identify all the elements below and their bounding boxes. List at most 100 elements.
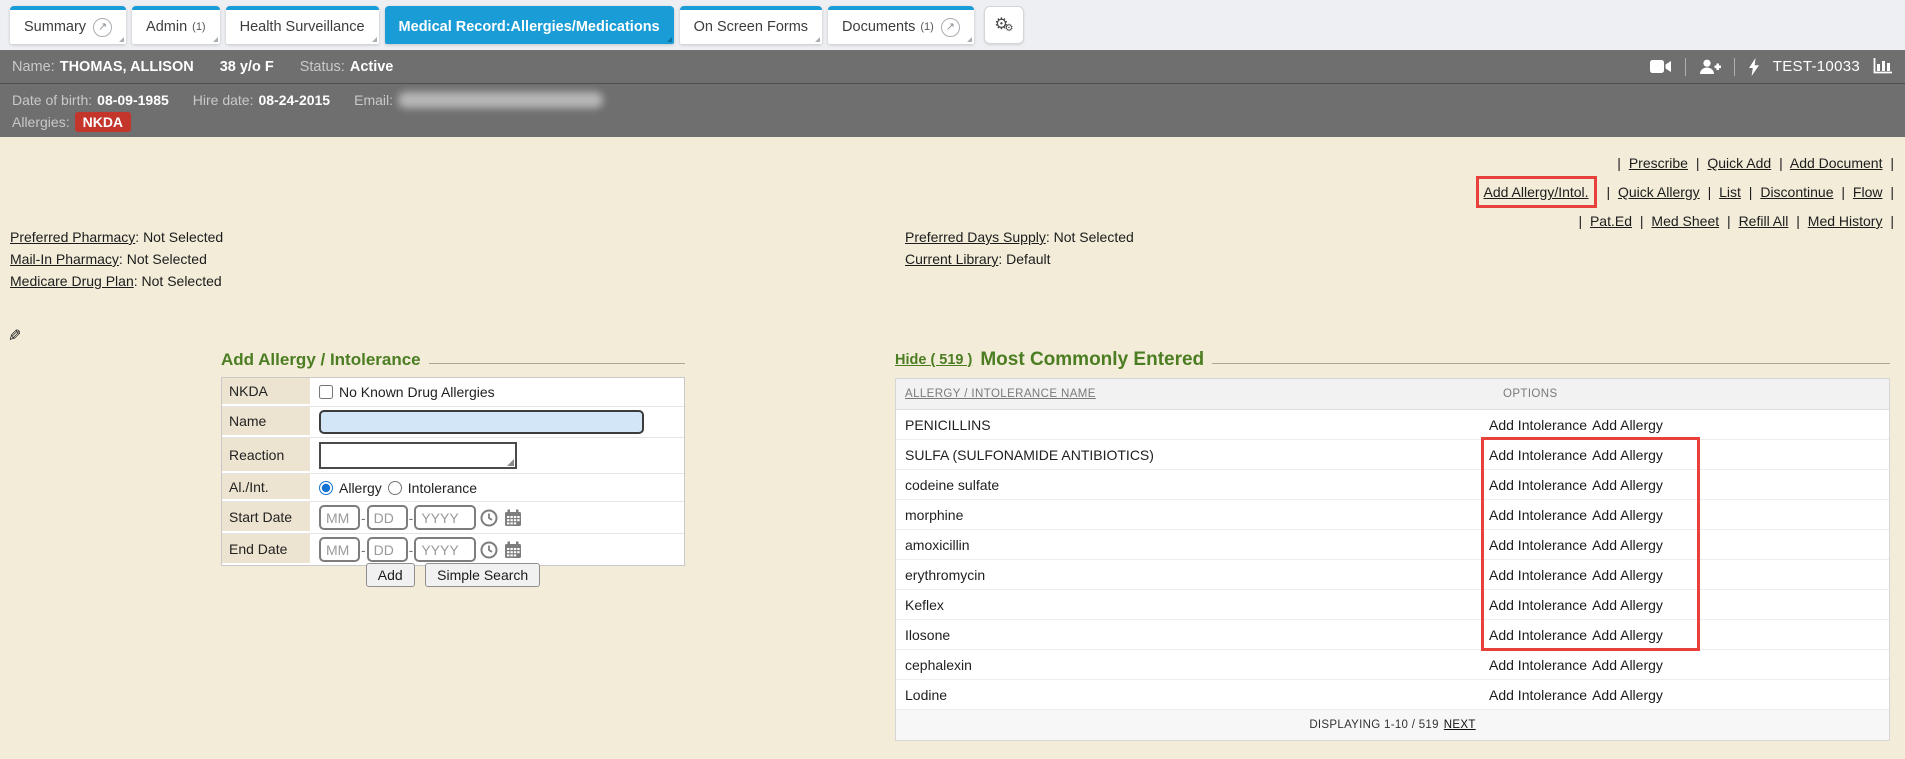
tab-documents[interactable]: Documents (1) ↗	[828, 6, 974, 44]
end-month-input[interactable]	[319, 537, 360, 562]
nkda-checkbox[interactable]	[319, 385, 333, 399]
add-allergy-link[interactable]: Add Allergy	[1592, 627, 1663, 643]
popout-icon[interactable]: ↗	[941, 18, 960, 37]
next-page-link[interactable]: NEXT	[1444, 719, 1476, 731]
chart-icon[interactable]	[1873, 58, 1893, 76]
patient-id: TEST-10033	[1773, 58, 1860, 75]
displaying-text: DISPLAYING 1-10 / 519	[1309, 719, 1438, 731]
add-intolerance-link[interactable]: Add Intolerance	[1489, 417, 1587, 433]
tab-admin[interactable]: Admin (1)	[132, 6, 220, 44]
tab-medical-record-allergies-medications[interactable]: Medical Record:Allergies/Medications	[385, 6, 674, 44]
current-library-value: Default	[1006, 251, 1050, 267]
patient-name: THOMAS, ALLISON	[60, 59, 194, 75]
mail-in-pharmacy-link[interactable]: Mail-In Pharmacy	[10, 251, 119, 267]
current-library-link[interactable]: Current Library	[905, 251, 998, 267]
add-intolerance-link[interactable]: Add Intolerance	[1489, 657, 1587, 673]
add-allergy-intol-link[interactable]: Add Allergy/Intol.	[1484, 184, 1589, 200]
reaction-input[interactable]	[319, 442, 517, 469]
common-table-legend: Hide ( 519 ) Most Commonly Entered	[895, 349, 1890, 371]
add-intolerance-link[interactable]: Add Intolerance	[1489, 597, 1587, 613]
end-day-input[interactable]	[367, 537, 408, 562]
add-intolerance-link[interactable]: Add Intolerance	[1489, 477, 1587, 493]
email-label: Email:	[354, 92, 393, 108]
medicare-drug-plan-value: Not Selected	[142, 273, 222, 289]
add-allergy-link[interactable]: Add Allergy	[1592, 417, 1663, 433]
add-allergy-link[interactable]: Add Allergy	[1592, 597, 1663, 613]
clock-icon[interactable]	[480, 509, 498, 527]
add-intolerance-link[interactable]: Add Intolerance	[1489, 537, 1587, 553]
med-history-link[interactable]: Med History	[1808, 213, 1883, 229]
tab-on-screen-forms[interactable]: On Screen Forms	[680, 6, 822, 44]
legend-rule	[429, 363, 685, 364]
list-link[interactable]: List	[1719, 184, 1741, 200]
add-allergy-link[interactable]: Add Allergy	[1592, 447, 1663, 463]
end-date-label: End Date	[222, 534, 310, 565]
preferred-pharmacy-link[interactable]: Preferred Pharmacy	[10, 229, 135, 245]
medicare-drug-plan-link[interactable]: Medicare Drug Plan	[10, 273, 134, 289]
add-allergy-link[interactable]: Add Allergy	[1592, 567, 1663, 583]
allergy-radio[interactable]	[319, 481, 333, 495]
allergy-name-input[interactable]	[319, 410, 644, 434]
add-intolerance-link[interactable]: Add Intolerance	[1489, 507, 1587, 523]
calendar-icon[interactable]	[504, 541, 522, 559]
tab-summary[interactable]: Summary ↗	[10, 6, 126, 44]
add-allergy-link[interactable]: Add Allergy	[1592, 537, 1663, 553]
popout-icon[interactable]: ↗	[93, 18, 112, 37]
add-intolerance-link[interactable]: Add Intolerance	[1489, 567, 1587, 583]
add-allergy-link[interactable]: Add Allergy	[1592, 477, 1663, 493]
table-row: SULFA (SULFONAMIDE ANTIBIOTICS) Add Into…	[896, 440, 1889, 470]
allergy-name-column-header[interactable]: ALLERGY / INTOLERANCE NAME	[905, 388, 1096, 400]
hire-date-value: 08-24-2015	[258, 92, 330, 108]
start-year-input[interactable]	[414, 505, 476, 530]
refill-all-link[interactable]: Refill All	[1739, 213, 1789, 229]
end-year-input[interactable]	[414, 537, 476, 562]
redacted-email	[398, 92, 603, 108]
preferred-pharmacy-value: Not Selected	[143, 229, 223, 245]
table-row: Lodine Add IntoleranceAdd Allergy	[896, 680, 1889, 710]
quick-add-link[interactable]: Quick Add	[1707, 155, 1771, 171]
add-intolerance-link[interactable]: Add Intolerance	[1489, 627, 1587, 643]
add-intolerance-link[interactable]: Add Intolerance	[1489, 447, 1587, 463]
simple-search-button[interactable]: Simple Search	[425, 563, 540, 587]
clock-icon[interactable]	[480, 541, 498, 559]
allergy-name: Ilosone	[896, 627, 1489, 643]
tab-settings-button[interactable]: ⚙ ⚙	[984, 6, 1024, 44]
allergies-label: Allergies:	[12, 114, 70, 130]
edit-pencil-icon[interactable]: ✎	[8, 326, 21, 346]
calendar-icon[interactable]	[504, 509, 522, 527]
allergy-badge[interactable]: NKDA	[75, 112, 131, 132]
action-links-row-2: Add Allergy/Intol. | Quick Allergy | Lis…	[1476, 176, 1899, 208]
video-camera-icon[interactable]	[1650, 59, 1672, 74]
add-button[interactable]: Add	[366, 563, 415, 587]
discontinue-link[interactable]: Discontinue	[1760, 184, 1833, 200]
quick-allergy-link[interactable]: Quick Allergy	[1618, 184, 1700, 200]
prescribe-link[interactable]: Prescribe	[1629, 155, 1688, 171]
med-sheet-link[interactable]: Med Sheet	[1651, 213, 1719, 229]
add-allergy-link[interactable]: Add Allergy	[1592, 657, 1663, 673]
patient-status: Active	[350, 59, 394, 75]
tab-health-surveillance[interactable]: Health Surveillance	[226, 6, 379, 44]
start-month-input[interactable]	[319, 505, 360, 530]
add-user-icon[interactable]	[1699, 59, 1721, 75]
intolerance-radio[interactable]	[388, 481, 402, 495]
lightning-icon[interactable]	[1748, 58, 1760, 76]
reaction-row: Reaction	[222, 438, 684, 474]
preferred-days-supply-link[interactable]: Preferred Days Supply	[905, 229, 1046, 245]
flow-link[interactable]: Flow	[1853, 184, 1883, 200]
name-row: Name	[222, 407, 684, 438]
table-header: ALLERGY / INTOLERANCE NAME OPTIONS	[896, 379, 1889, 410]
add-allergy-link[interactable]: Add Allergy	[1592, 507, 1663, 523]
mail-in-pharmacy-value: Not Selected	[127, 251, 207, 267]
table-row: morphine Add IntoleranceAdd Allergy	[896, 500, 1889, 530]
mail-in-pharmacy-row: Mail-In Pharmacy: Not Selected	[10, 248, 223, 270]
pat-ed-link[interactable]: Pat.Ed	[1590, 213, 1632, 229]
add-intolerance-link[interactable]: Add Intolerance	[1489, 687, 1587, 703]
tab-label: On Screen Forms	[694, 19, 808, 35]
table-row: cephalexin Add IntoleranceAdd Allergy	[896, 650, 1889, 680]
hide-link[interactable]: Hide ( 519 )	[895, 352, 972, 368]
reaction-label: Reaction	[222, 438, 310, 473]
add-document-link[interactable]: Add Document	[1790, 155, 1883, 171]
add-allergy-link[interactable]: Add Allergy	[1592, 687, 1663, 703]
start-day-input[interactable]	[367, 505, 408, 530]
status-label: Status:	[300, 59, 345, 75]
